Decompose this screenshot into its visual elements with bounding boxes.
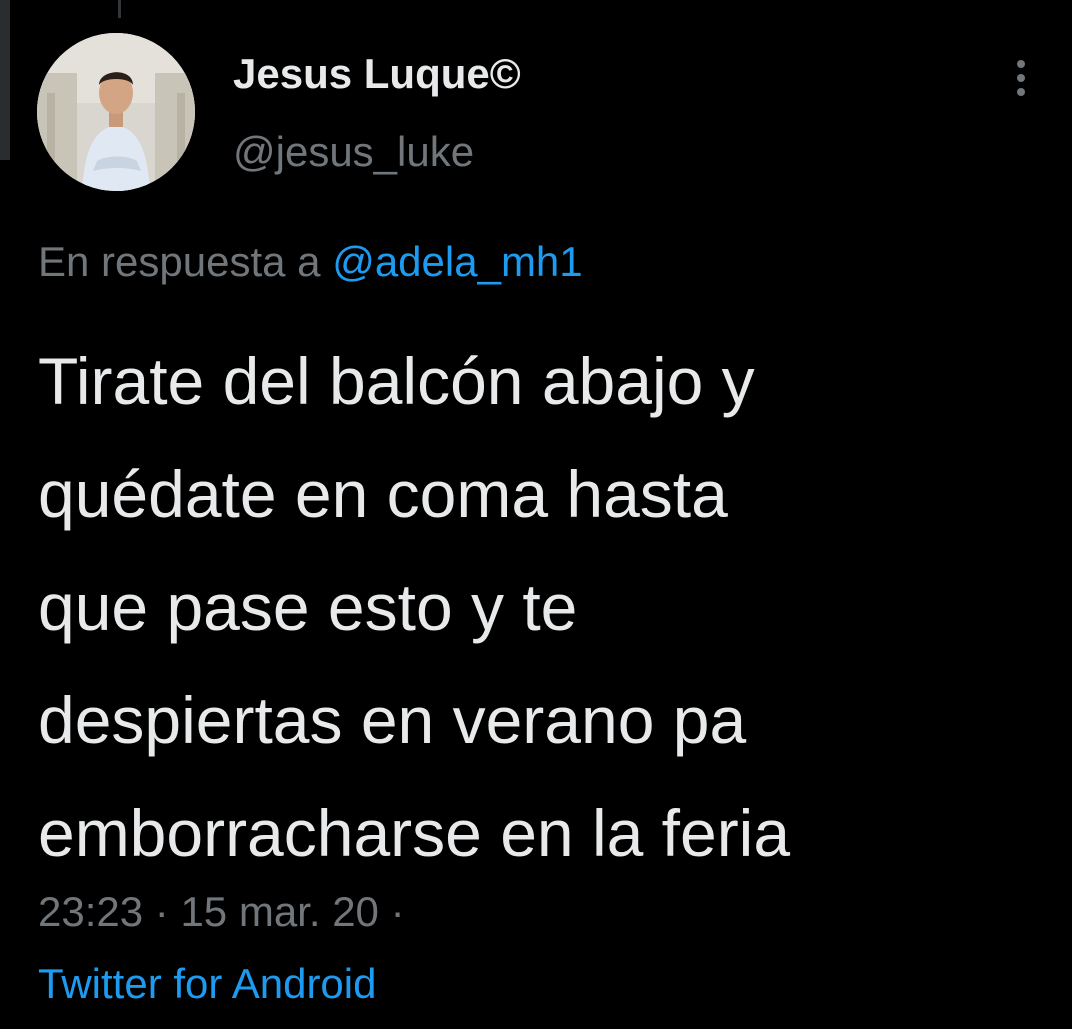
tweet-date: 15 mar. 20 <box>180 888 379 935</box>
meta-separator-trailing: · <box>390 888 405 935</box>
tweet-text-line: despiertas en verano pa <box>38 683 747 757</box>
avatar[interactable] <box>37 33 195 191</box>
tweet-body: Tirate del balcón abajo y quédate en com… <box>38 325 1048 890</box>
scroll-edge <box>0 0 10 160</box>
more-options-button[interactable] <box>1000 52 1042 104</box>
tweet-source-link[interactable]: Twitter for Android <box>38 960 376 1008</box>
tweet-time: 23:23 <box>38 888 144 935</box>
tweet-text-line: Tirate del balcón abajo y <box>38 344 755 418</box>
author-display-name[interactable]: Jesus Luque© <box>233 50 521 98</box>
tweet-text-line: que pase esto y te <box>38 570 578 644</box>
tweet-text-line: emborracharse en la feria <box>38 796 791 870</box>
reply-mention-link[interactable]: @adela_mh1 <box>332 238 582 285</box>
meta-separator: · <box>154 888 169 935</box>
profile-photo-icon <box>37 33 195 191</box>
reply-context: En respuesta a @adela_mh1 <box>38 238 583 286</box>
author-handle[interactable]: @jesus_luke <box>233 128 474 176</box>
reply-prefix: En respuesta a <box>38 238 321 285</box>
tweet-timestamp[interactable]: 23:23 · 15 mar. 20 · <box>38 888 405 936</box>
tweet-text-line: quédate en coma hasta <box>38 457 728 531</box>
thread-connector-line <box>118 0 121 18</box>
more-vertical-icon <box>1017 60 1025 96</box>
